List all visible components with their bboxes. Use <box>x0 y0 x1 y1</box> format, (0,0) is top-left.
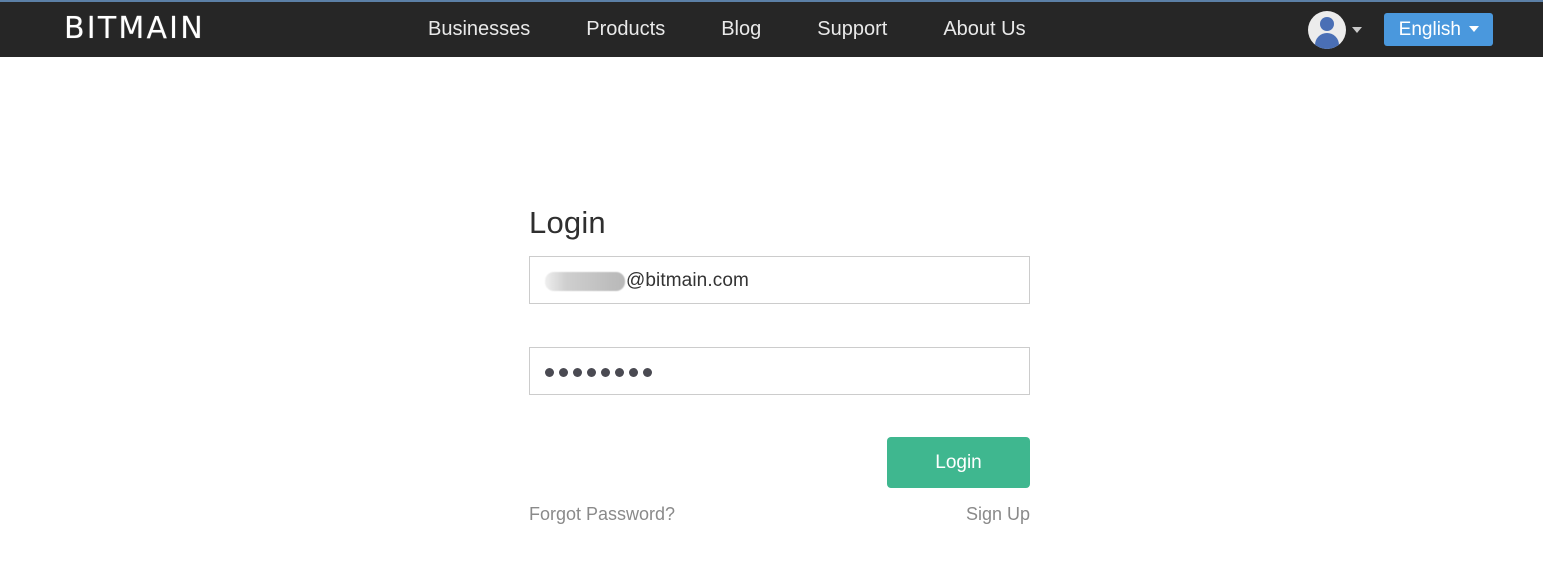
nav-item-businesses[interactable]: Businesses <box>400 2 558 57</box>
redaction-block <box>545 271 625 291</box>
main-navigation: Businesses Products Blog Support About U… <box>400 2 1054 57</box>
user-avatar-icon <box>1307 10 1346 49</box>
nav-item-support[interactable]: Support <box>789 2 915 57</box>
bitmain-logo[interactable]: BITMAIN <box>64 14 205 44</box>
form-links: Forgot Password? Sign Up <box>529 502 1030 526</box>
form-actions: Login <box>529 437 1030 488</box>
email-domain-text: @bitmain.com <box>626 270 749 291</box>
site-header: BITMAIN Businesses Products Blog Support… <box>0 2 1543 57</box>
email-input-value: @bitmain.com <box>545 257 749 305</box>
password-masked-value <box>545 348 652 396</box>
language-selector-label: English <box>1398 18 1461 40</box>
sign-up-link[interactable]: Sign Up <box>966 504 1030 525</box>
nav-item-products[interactable]: Products <box>558 2 693 57</box>
chevron-down-icon <box>1469 26 1479 32</box>
chevron-down-icon <box>1351 26 1362 33</box>
nav-item-blog[interactable]: Blog <box>693 2 789 57</box>
login-title: Login <box>529 205 606 240</box>
login-submit-button[interactable]: Login <box>887 437 1030 488</box>
header-right-controls: English <box>1307 2 1493 57</box>
language-selector-button[interactable]: English <box>1383 13 1493 46</box>
forgot-password-link[interactable]: Forgot Password? <box>529 504 675 525</box>
login-form: Login @bitmain.com Login Forgot Password… <box>529 204 1030 526</box>
email-input[interactable]: @bitmain.com <box>529 256 1030 304</box>
nav-item-about-us[interactable]: About Us <box>915 2 1053 57</box>
account-menu[interactable] <box>1307 10 1362 49</box>
password-input[interactable] <box>529 347 1030 395</box>
